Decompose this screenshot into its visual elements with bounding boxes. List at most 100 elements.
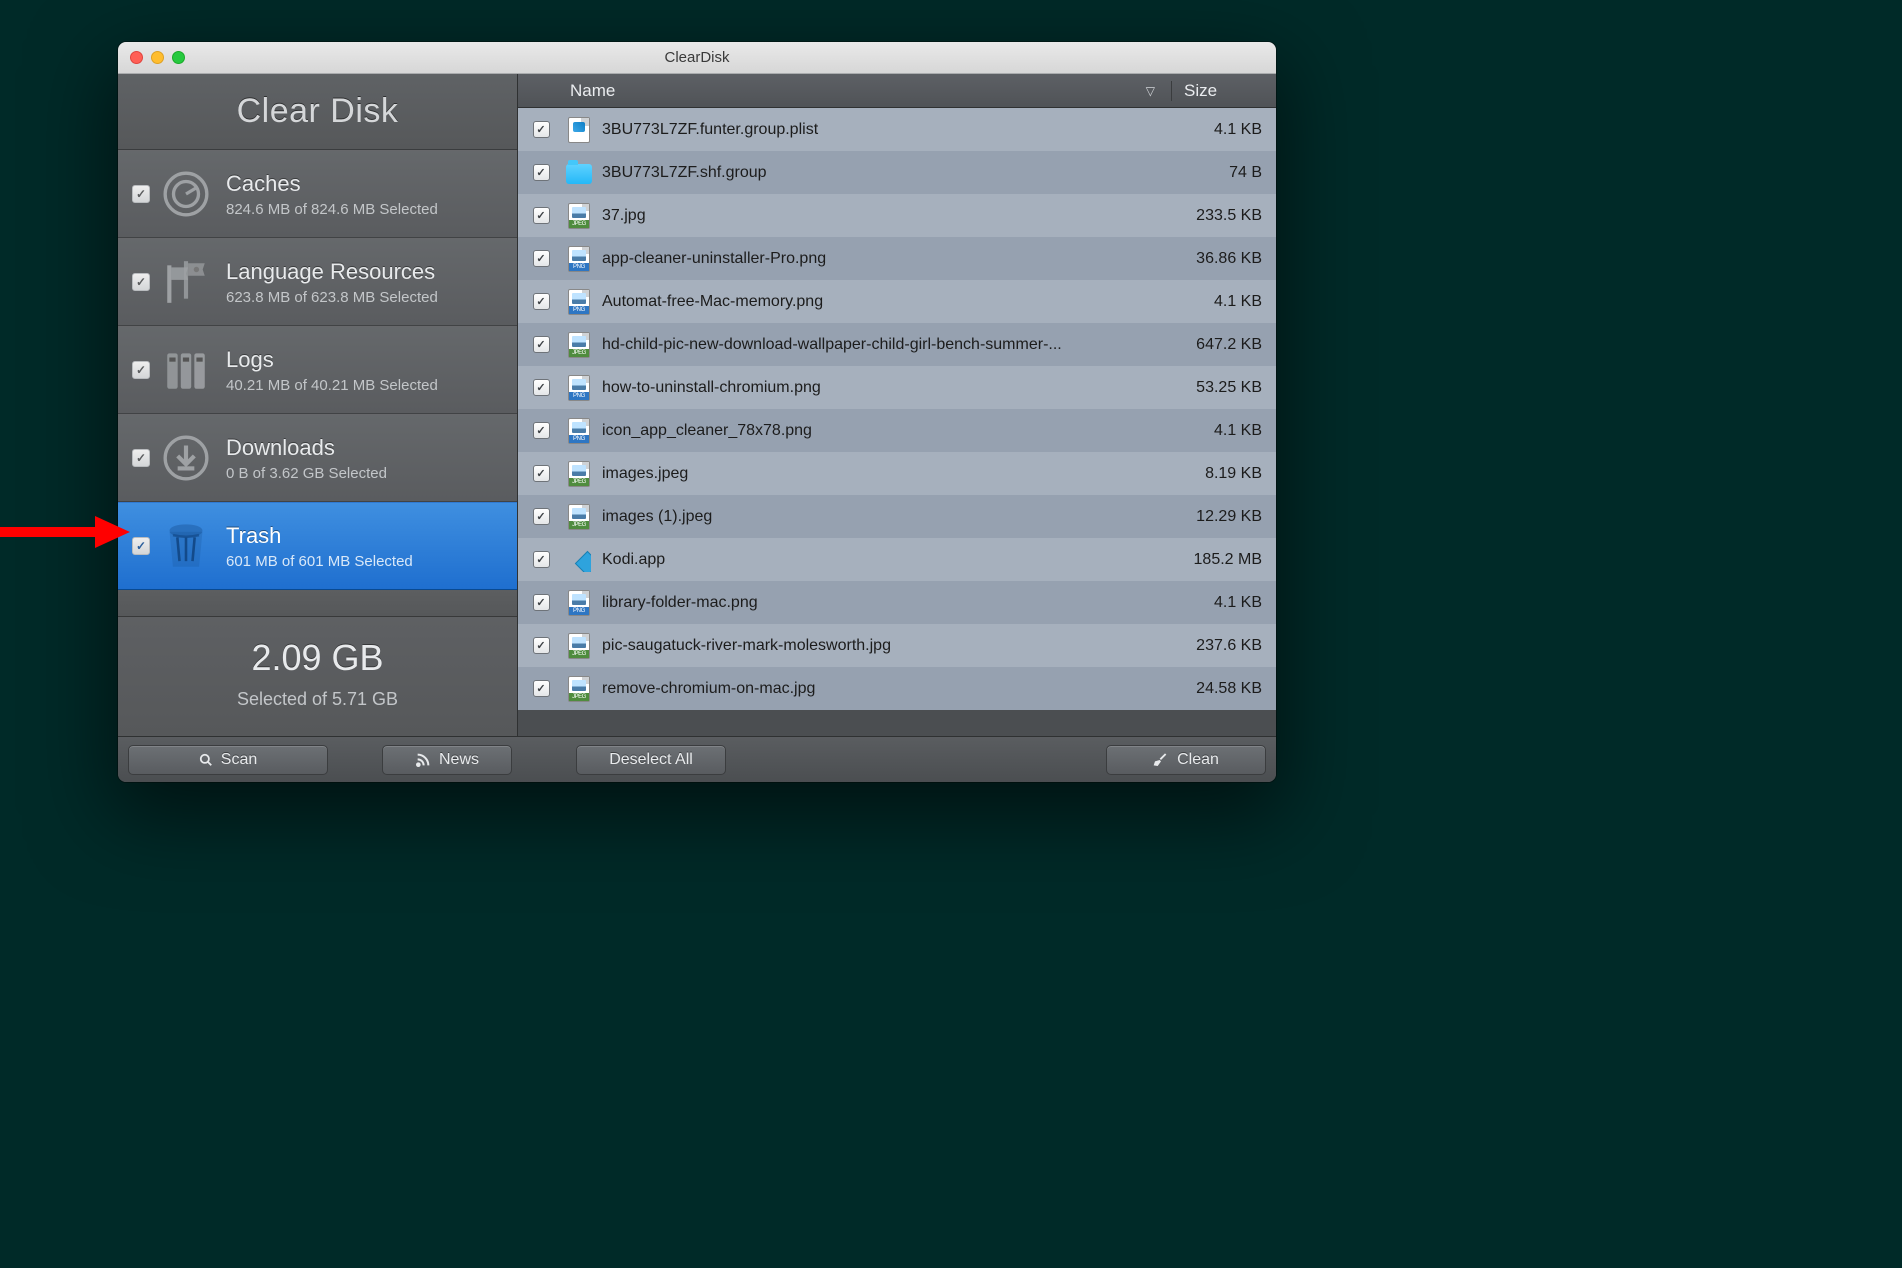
clean-button[interactable]: Clean: [1106, 745, 1266, 775]
category-subtitle: 623.8 MB of 623.8 MB Selected: [226, 289, 438, 306]
row-checkbox[interactable]: ✓: [533, 336, 550, 353]
file-size: 53.25 KB: [1172, 379, 1276, 397]
sidebar-item-caches[interactable]: ✓Caches824.6 MB of 824.6 MB Selected: [118, 150, 517, 238]
table-row[interactable]: ✓ Automat-free-Mac-memory.png4.1 KB: [518, 280, 1276, 323]
row-checkbox[interactable]: ✓: [533, 422, 550, 439]
table-row[interactable]: ✓ pic-saugatuck-river-mark-molesworth.jpg…: [518, 624, 1276, 667]
file-size: 74 B: [1172, 164, 1276, 182]
png-icon: [564, 418, 594, 444]
table-row[interactable]: ✓app-cleaner-uninstaller-Pro.png36.86 KB: [518, 237, 1276, 280]
category-checkbox[interactable]: ✓: [132, 273, 150, 291]
titlebar: ClearDisk: [118, 42, 1276, 74]
gauge-icon: [156, 164, 216, 224]
row-checkbox[interactable]: ✓: [533, 207, 550, 224]
row-checkbox[interactable]: ✓: [533, 508, 550, 525]
file-size: 8.19 KB: [1172, 465, 1276, 483]
file-name: pic-saugatuck-river-mark-molesworth.jpg: [602, 637, 1172, 655]
jpeg-icon: [564, 461, 594, 487]
row-checkbox[interactable]: ✓: [533, 121, 550, 138]
jpeg-icon: [564, 203, 594, 229]
row-checkbox[interactable]: ✓: [533, 551, 550, 568]
table-row[interactable]: ✓37.jpg233.5 KB: [518, 194, 1276, 237]
file-name: images (1).jpeg: [602, 508, 1172, 526]
file-size: 4.1 KB: [1172, 422, 1276, 440]
category-title: Logs: [226, 347, 438, 373]
row-checkbox[interactable]: ✓: [533, 379, 550, 396]
png-icon: [564, 246, 594, 272]
app-title: Clear Disk: [237, 92, 399, 131]
table-row[interactable]: ✓ remove-chromium-on-mac.jpg24.58 KB: [518, 667, 1276, 710]
table-row[interactable]: ✓ icon_app_cleaner_78x78.png4.1 KB: [518, 409, 1276, 452]
file-size: 647.2 KB: [1172, 336, 1276, 354]
sidebar-item-downloads[interactable]: ✓Downloads0 B of 3.62 GB Selected: [118, 414, 517, 502]
file-name: icon_app_cleaner_78x78.png: [602, 422, 1172, 440]
binders-icon: [156, 340, 216, 400]
category-title: Downloads: [226, 435, 387, 461]
column-name[interactable]: Name ▽: [564, 81, 1172, 101]
column-size[interactable]: Size: [1172, 81, 1276, 101]
table-row[interactable]: ✓Kodi.app185.2 MB: [518, 538, 1276, 581]
file-name: Automat-free-Mac-memory.png: [602, 293, 1172, 311]
app-window: ClearDisk Clear Disk ✓Caches824.6 MB of …: [118, 42, 1276, 782]
category-checkbox[interactable]: ✓: [132, 361, 150, 379]
scan-button[interactable]: Scan: [128, 745, 328, 775]
table-header: Name ▽ Size: [518, 74, 1276, 108]
window-title: ClearDisk: [118, 49, 1276, 66]
table-row[interactable]: ✓3BU773L7ZF.funter.group.plist4.1 KB: [518, 108, 1276, 151]
file-name: 3BU773L7ZF.shf.group: [602, 164, 1172, 182]
summary-size: 2.09 GB: [118, 637, 517, 679]
category-subtitle: 824.6 MB of 824.6 MB Selected: [226, 201, 438, 218]
table-row[interactable]: ✓ hd-child-pic-new-download-wallpaper-chi…: [518, 323, 1276, 366]
folder-icon: [564, 161, 594, 184]
file-size: 4.1 KB: [1172, 293, 1276, 311]
file-size: 233.5 KB: [1172, 207, 1276, 225]
file-name: remove-chromium-on-mac.jpg: [602, 680, 1172, 698]
jpeg-icon: [564, 676, 594, 702]
rss-icon: [415, 752, 431, 768]
file-name: hd-child-pic-new-download-wallpaper-chil…: [602, 336, 1172, 354]
category-title: Trash: [226, 523, 413, 549]
table-row[interactable]: ✓ library-folder-mac.png4.1 KB: [518, 581, 1276, 624]
file-size: 4.1 KB: [1172, 594, 1276, 612]
summary-subtitle: Selected of 5.71 GB: [118, 689, 517, 710]
file-name: Kodi.app: [602, 551, 1172, 569]
file-size: 237.6 KB: [1172, 637, 1276, 655]
kodi-icon: [564, 548, 594, 572]
sidebar-header: Clear Disk: [118, 74, 517, 150]
table-row[interactable]: ✓ images (1).jpeg12.29 KB: [518, 495, 1276, 538]
sidebar: Clear Disk ✓Caches824.6 MB of 824.6 MB S…: [118, 74, 518, 736]
category-title: Language Resources: [226, 259, 438, 285]
file-name: images.jpeg: [602, 465, 1172, 483]
file-name: app-cleaner-uninstaller-Pro.png: [602, 250, 1172, 268]
row-checkbox[interactable]: ✓: [533, 164, 550, 181]
search-icon: [199, 753, 213, 767]
annotation-arrow: [0, 512, 130, 552]
category-checkbox[interactable]: ✓: [132, 537, 150, 555]
download-icon: [156, 428, 216, 488]
row-checkbox[interactable]: ✓: [533, 594, 550, 611]
sort-descending-icon: ▽: [1146, 84, 1155, 98]
png-icon: [564, 590, 594, 616]
file-size: 12.29 KB: [1172, 508, 1276, 526]
selection-summary: 2.09 GB Selected of 5.71 GB: [118, 616, 517, 736]
file-name: library-folder-mac.png: [602, 594, 1172, 612]
table-row[interactable]: ✓ 3BU773L7ZF.shf.group74 B: [518, 151, 1276, 194]
row-checkbox[interactable]: ✓: [533, 465, 550, 482]
sidebar-item-trash[interactable]: ✓Trash601 MB of 601 MB Selected: [118, 502, 517, 590]
table-row[interactable]: ✓ images.jpeg8.19 KB: [518, 452, 1276, 495]
file-size: 24.58 KB: [1172, 680, 1276, 698]
category-checkbox[interactable]: ✓: [132, 449, 150, 467]
table-row[interactable]: ✓ how-to-uninstall-chromium.png53.25 KB: [518, 366, 1276, 409]
file-name: 3BU773L7ZF.funter.group.plist: [602, 121, 1172, 139]
row-checkbox[interactable]: ✓: [533, 637, 550, 654]
jpeg-icon: [564, 332, 594, 358]
deselect-all-button[interactable]: Deselect All: [576, 745, 726, 775]
news-button[interactable]: News: [382, 745, 512, 775]
sidebar-item-language-resources[interactable]: ✓ Language Resources 623.8 MB of 623.8 MB …: [118, 238, 517, 326]
sidebar-item-logs[interactable]: ✓Logs40.21 MB of 40.21 MB Selected: [118, 326, 517, 414]
row-checkbox[interactable]: ✓: [533, 250, 550, 267]
file-name: how-to-uninstall-chromium.png: [602, 379, 1172, 397]
row-checkbox[interactable]: ✓: [533, 293, 550, 310]
category-checkbox[interactable]: ✓: [132, 185, 150, 203]
row-checkbox[interactable]: ✓: [533, 680, 550, 697]
